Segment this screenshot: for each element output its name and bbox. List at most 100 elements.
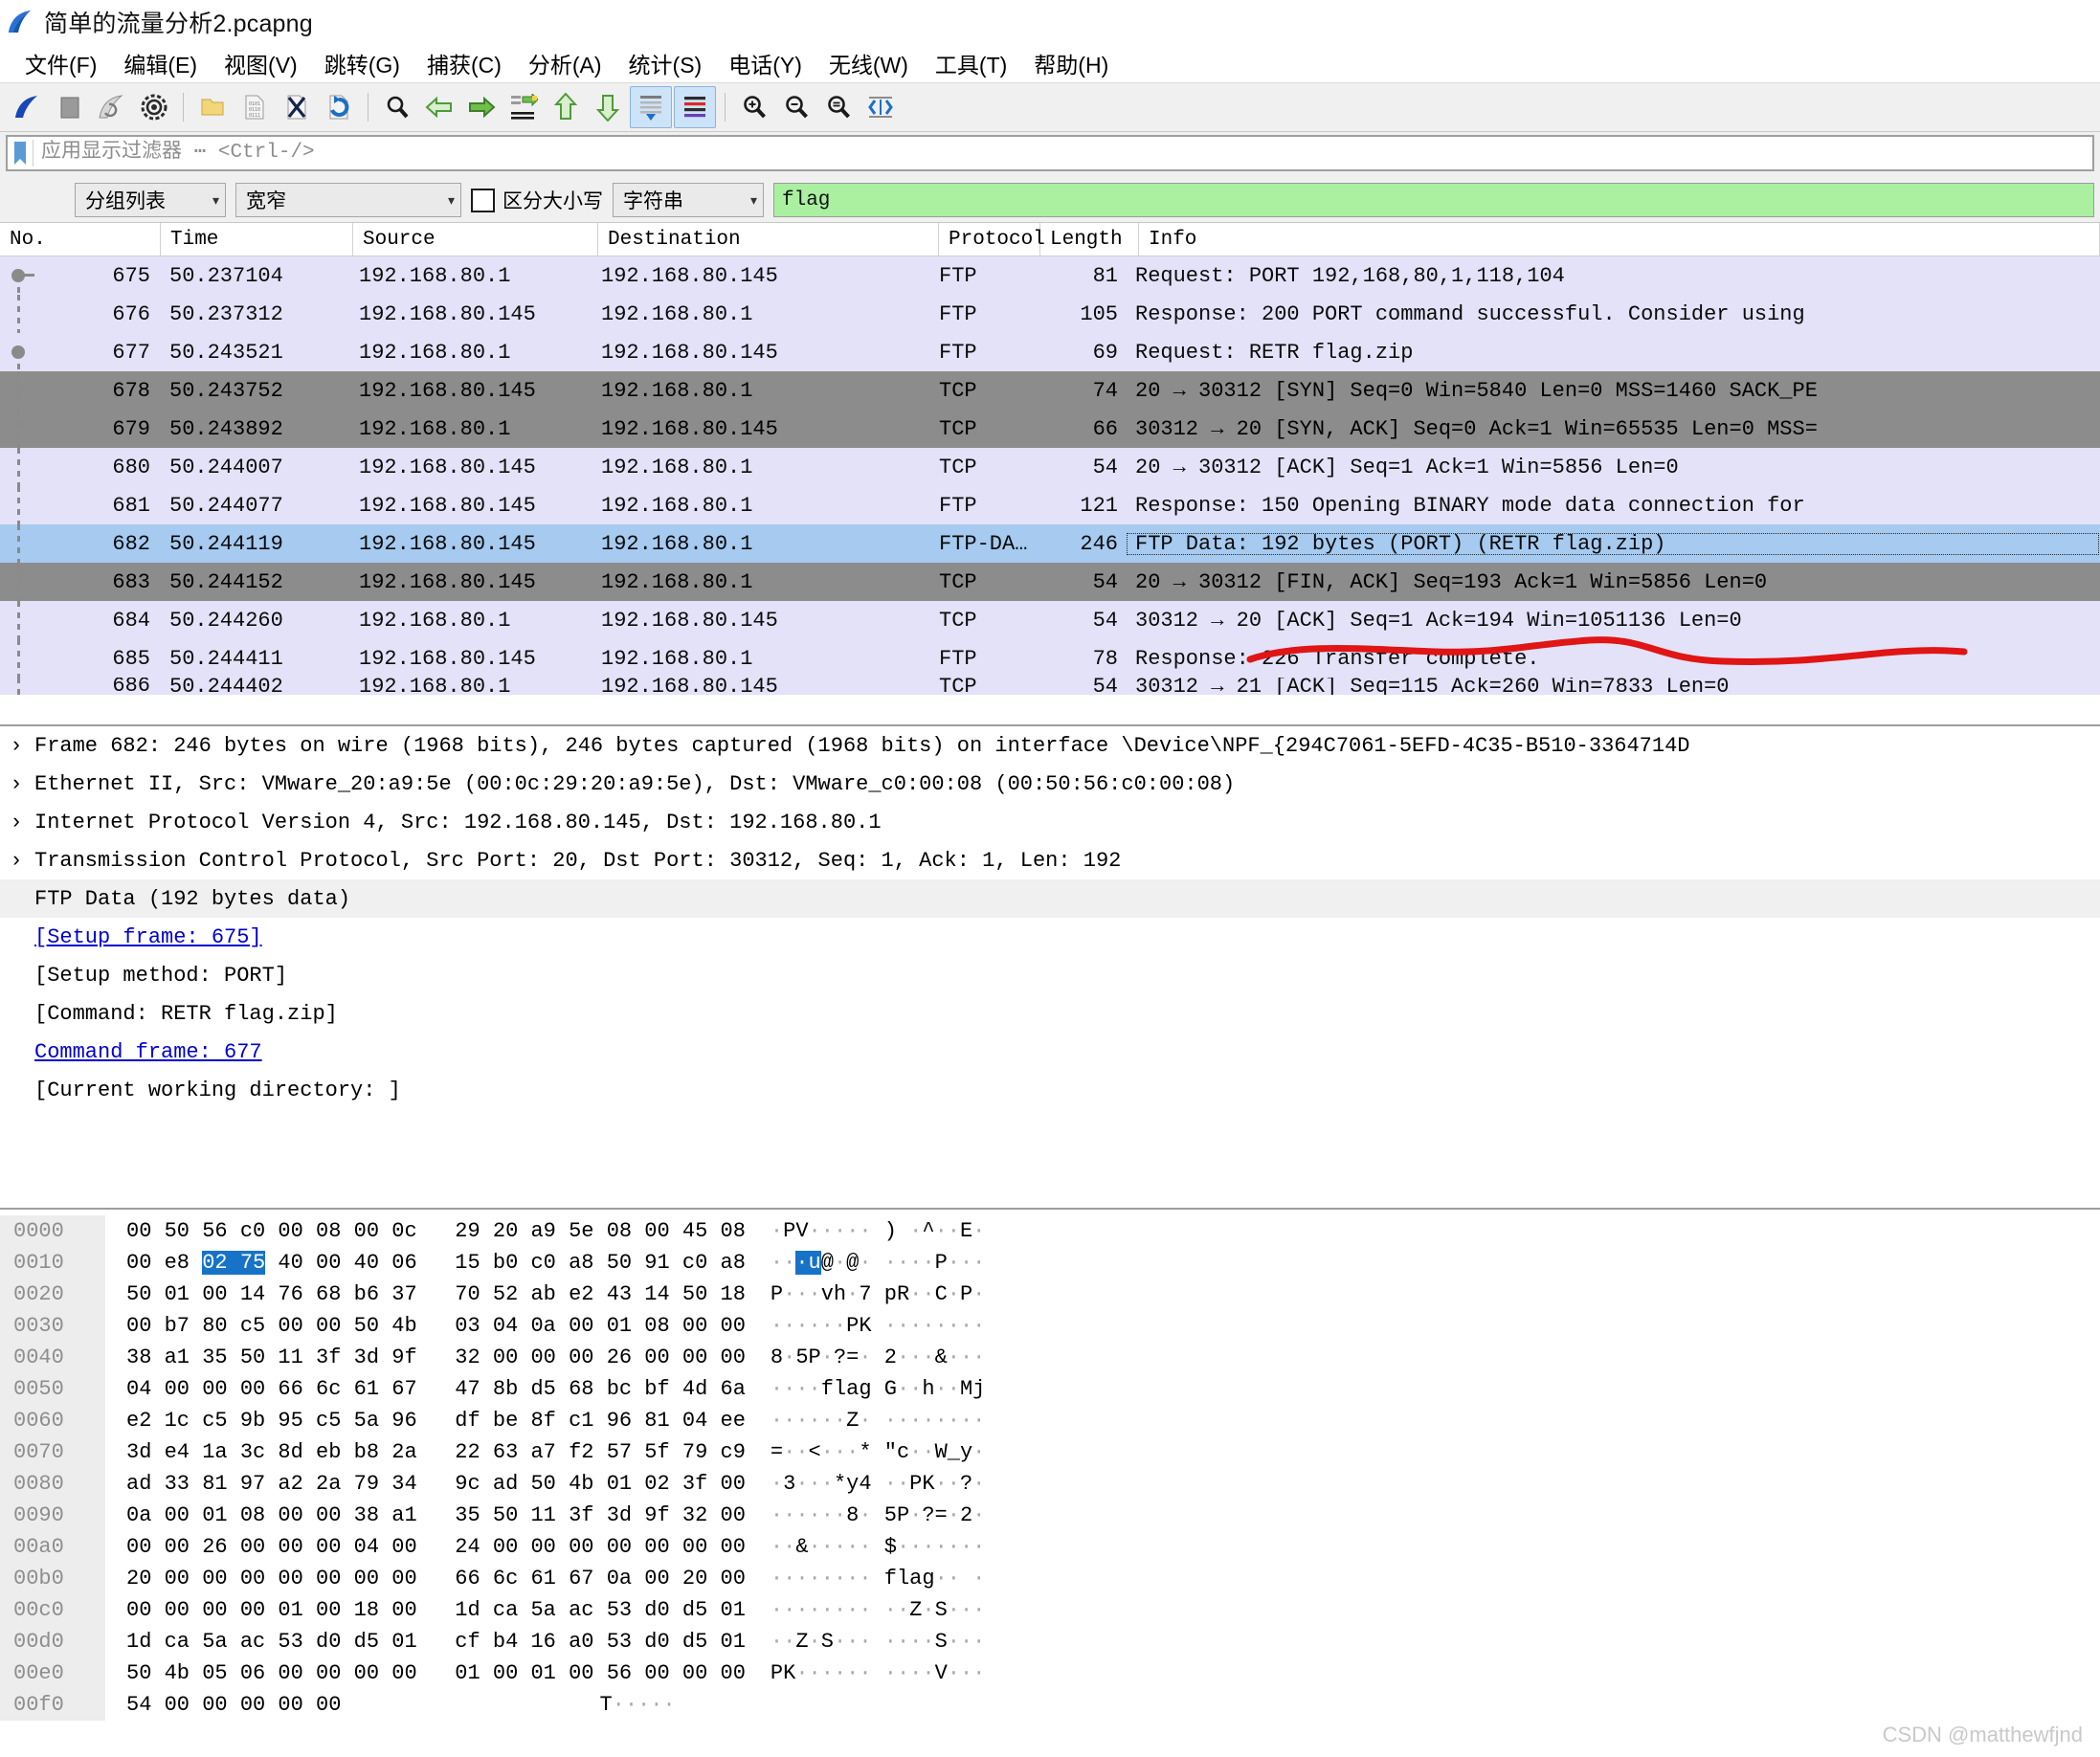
detail-link-command-frame[interactable]: Command frame: 677 [33, 1040, 262, 1064]
expand-chevron-right-icon[interactable]: › [0, 772, 33, 796]
column-header-length[interactable]: Length [1040, 223, 1139, 256]
menu-statistics[interactable]: 统计(S) [615, 45, 716, 81]
zoom-in-icon[interactable] [734, 87, 774, 127]
hex-row[interactable]: 0080 ad 33 81 97 a2 2a 79 34 9c ad 50 4b… [0, 1468, 2100, 1500]
packet-bytes-pane[interactable]: 0000 00 50 56 c0 00 08 00 0c 29 20 a9 5e… [0, 1208, 2100, 1757]
packet-list-pane[interactable]: No. Time Source Destination Protocol Len… [0, 223, 2100, 724]
column-header-source[interactable]: Source [353, 223, 598, 256]
go-to-first-packet-icon[interactable] [546, 87, 586, 127]
menu-capture[interactable]: 捕获(C) [413, 45, 515, 81]
table-row[interactable]: 676 50.237312 192.168.80.145 192.168.80.… [0, 295, 2100, 333]
hex-row[interactable]: 0050 04 00 00 00 66 6c 61 67 47 8b d5 68… [0, 1373, 2100, 1405]
detail-row-command[interactable]: [Command: RETR flag.zip] [0, 994, 2100, 1033]
reload-file-icon[interactable] [319, 87, 359, 127]
colorize-packet-list-icon[interactable] [674, 86, 716, 128]
table-row[interactable]: 681 50.244077 192.168.80.145 192.168.80.… [0, 486, 2100, 524]
table-row-selected[interactable]: 682 50.244119 192.168.80.145 192.168.80.… [0, 524, 2100, 563]
table-row[interactable]: 679 50.243892 192.168.80.1 192.168.80.14… [0, 410, 2100, 448]
menu-analyze[interactable]: 分析(A) [515, 45, 615, 81]
table-row[interactable]: 685 50.244411 192.168.80.145 192.168.80.… [0, 639, 2100, 678]
stop-capture-icon[interactable] [50, 87, 90, 127]
hex-row[interactable]: 0060 e2 1c c5 9b 95 c5 5a 96 df be 8f c1… [0, 1405, 2100, 1436]
column-header-time[interactable]: Time [161, 223, 353, 256]
hex-row[interactable]: 00c0 00 00 00 00 01 00 18 00 1d ca 5a ac… [0, 1594, 2100, 1626]
hex-row[interactable]: 0070 3d e4 1a 3c 8d eb b8 2a 22 63 a7 f2… [0, 1436, 2100, 1468]
menu-view[interactable]: 视图(V) [211, 45, 311, 81]
hex-row[interactable]: 00a0 00 00 26 00 00 00 04 00 24 00 00 00… [0, 1531, 2100, 1563]
menu-edit[interactable]: 编辑(E) [110, 45, 211, 81]
detail-row-setup-frame[interactable]: [Setup frame: 675] [0, 918, 2100, 956]
restart-capture-icon[interactable] [92, 87, 132, 127]
menu-telephony[interactable]: 电话(Y) [715, 45, 815, 81]
cell-info: 20 → 30312 [ACK] Seq=1 Ack=1 Win=5856 Le… [1135, 455, 1679, 479]
find-search-area-select[interactable]: 分组列表 ▾ [75, 183, 226, 217]
checkbox-box-icon[interactable] [471, 188, 495, 212]
table-row[interactable]: 675 50.237104 192.168.80.1 192.168.80.14… [0, 256, 2100, 295]
column-header-no[interactable]: No. [0, 223, 161, 256]
detail-row-tcp[interactable]: › Transmission Control Protocol, Src Por… [0, 841, 2100, 879]
hex-row[interactable]: 0030 00 b7 80 c5 00 00 50 4b 03 04 0a 00… [0, 1310, 2100, 1342]
table-row[interactable]: 680 50.244007 192.168.80.145 192.168.80.… [0, 448, 2100, 486]
close-file-icon[interactable] [277, 87, 317, 127]
hex-row[interactable]: 0010 00 e8 02 75 40 00 40 06 15 b0 c0 a8… [0, 1247, 2100, 1279]
zoom-reset-icon[interactable] [818, 87, 859, 127]
menu-tools[interactable]: 工具(T) [922, 45, 1020, 81]
hex-row[interactable]: 0000 00 50 56 c0 00 08 00 0c 29 20 a9 5e… [0, 1215, 2100, 1247]
menu-help[interactable]: 帮助(H) [1020, 45, 1122, 81]
detail-row-ipv4[interactable]: › Internet Protocol Version 4, Src: 192.… [0, 803, 2100, 841]
go-forward-arrow-icon[interactable] [461, 87, 502, 127]
find-search-type-select[interactable]: 字符串 ▾ [613, 183, 764, 217]
table-row[interactable]: 678 50.243752 192.168.80.145 192.168.80.… [0, 371, 2100, 410]
hex-ascii: =··<···* "c··W_y· [770, 1440, 986, 1464]
go-to-packet-icon[interactable] [503, 87, 544, 127]
find-case-sensitive-checkbox[interactable]: 区分大小写 [471, 186, 603, 214]
detail-row-cwd[interactable]: [Current working directory: ] [0, 1071, 2100, 1109]
column-header-protocol[interactable]: Protocol [939, 223, 1045, 256]
go-back-arrow-icon[interactable] [419, 87, 459, 127]
expand-chevron-right-icon[interactable]: › [0, 734, 33, 758]
detail-link-setup-frame[interactable]: [Setup frame: 675] [33, 925, 262, 949]
auto-scroll-live-capture-icon[interactable] [630, 86, 672, 128]
hex-row[interactable]: 00d0 1d ca 5a ac 53 d0 d5 01 cf b4 16 a0… [0, 1626, 2100, 1657]
display-filter-box[interactable]: 应用显示过滤器 ⋯ <Ctrl-/> [6, 135, 2094, 171]
resize-columns-icon[interactable] [860, 87, 901, 127]
find-query-input[interactable]: flag [773, 183, 2094, 217]
capture-options-gear-icon[interactable] [134, 87, 174, 127]
filter-bookmark-icon[interactable] [8, 138, 33, 168]
display-filter-input[interactable]: 应用显示过滤器 ⋯ <Ctrl-/> [33, 140, 2092, 167]
open-file-folder-icon[interactable] [192, 87, 233, 127]
hex-row[interactable]: 00f0 54 00 00 00 00 00 T····· [0, 1689, 2100, 1721]
table-row[interactable]: 683 50.244152 192.168.80.145 192.168.80.… [0, 563, 2100, 601]
hex-row[interactable]: 0040 38 a1 35 50 11 3f 3d 9f 32 00 00 00… [0, 1342, 2100, 1373]
detail-row-command-frame[interactable]: Command frame: 677 [0, 1033, 2100, 1071]
menu-file[interactable]: 文件(F) [11, 45, 110, 81]
packet-details-pane[interactable]: › Frame 682: 246 bytes on wire (1968 bit… [0, 724, 2100, 1208]
expand-chevron-right-icon[interactable]: › [0, 849, 33, 873]
start-capture-icon[interactable] [8, 87, 48, 127]
hex-row[interactable]: 0020 50 01 00 14 76 68 b6 37 70 52 ab e2… [0, 1279, 2100, 1310]
column-header-info[interactable]: Info [1139, 223, 2100, 256]
table-row-partial[interactable]: 686 50.244402 192.168.80.1 192.168.80.14… [0, 678, 2100, 695]
conversation-gutter [0, 256, 40, 295]
cell-source: 192.168.80.145 [359, 569, 536, 594]
column-header-destination[interactable]: Destination [598, 223, 939, 256]
table-row[interactable]: 677 50.243521 192.168.80.1 192.168.80.14… [0, 333, 2100, 371]
save-file-icon[interactable]: 0101 0110 0111 [235, 87, 275, 127]
hex-row[interactable]: 00b0 20 00 00 00 00 00 00 00 66 6c 61 67… [0, 1563, 2100, 1594]
expand-chevron-right-icon[interactable]: › [0, 811, 33, 834]
go-to-last-packet-icon[interactable] [588, 87, 628, 127]
find-char-width-select[interactable]: 宽窄 ▾ [235, 183, 461, 217]
menu-wireless[interactable]: 无线(W) [815, 45, 922, 81]
detail-row-frame[interactable]: › Frame 682: 246 bytes on wire (1968 bit… [0, 726, 2100, 765]
table-row[interactable]: 684 50.244260 192.168.80.1 192.168.80.14… [0, 601, 2100, 639]
detail-row-ethernet[interactable]: › Ethernet II, Src: VMware_20:a9:5e (00:… [0, 765, 2100, 803]
hex-row[interactable]: 0090 0a 00 01 08 00 00 38 a1 35 50 11 3f… [0, 1500, 2100, 1531]
hex-row[interactable]: 00e0 50 4b 05 06 00 00 00 00 01 00 01 00… [0, 1657, 2100, 1689]
cell-time: 50.244077 [169, 493, 283, 518]
zoom-out-icon[interactable] [776, 87, 816, 127]
detail-row-ftp-data[interactable]: FTP Data (192 bytes data) [0, 879, 2100, 918]
find-packet-magnifier-icon[interactable] [377, 87, 417, 127]
conversation-gutter [0, 448, 40, 486]
detail-row-setup-method[interactable]: [Setup method: PORT] [0, 956, 2100, 994]
menu-go[interactable]: 跳转(G) [311, 45, 413, 81]
